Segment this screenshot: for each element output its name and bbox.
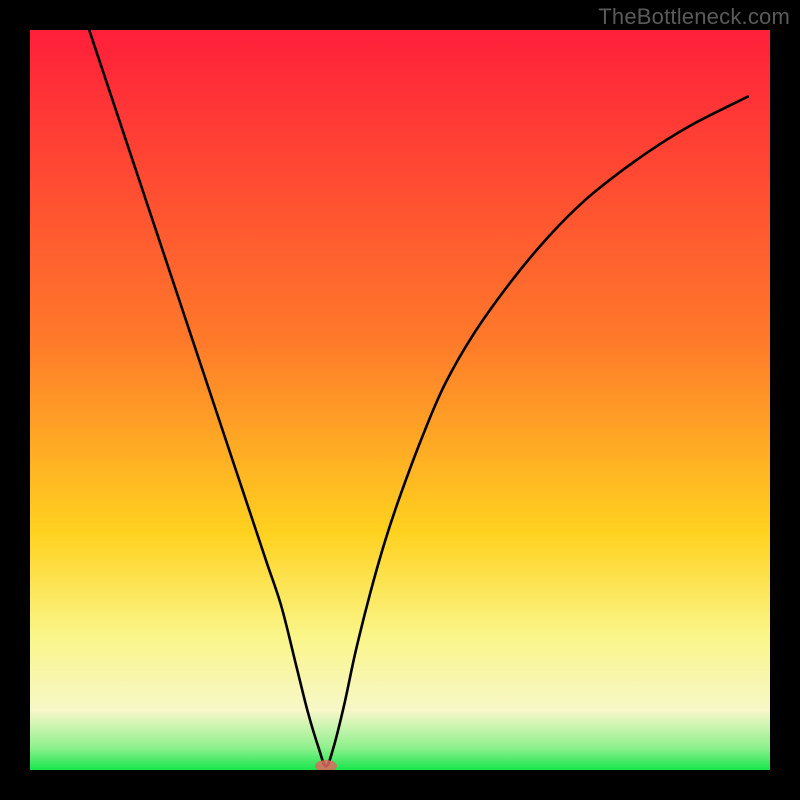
chart-frame: TheBottleneck.com (0, 0, 800, 800)
gradient-background (30, 30, 770, 770)
plot-area (30, 30, 770, 770)
chart-svg (30, 30, 770, 770)
watermark-text: TheBottleneck.com (598, 4, 790, 30)
optimum-marker (315, 760, 337, 770)
